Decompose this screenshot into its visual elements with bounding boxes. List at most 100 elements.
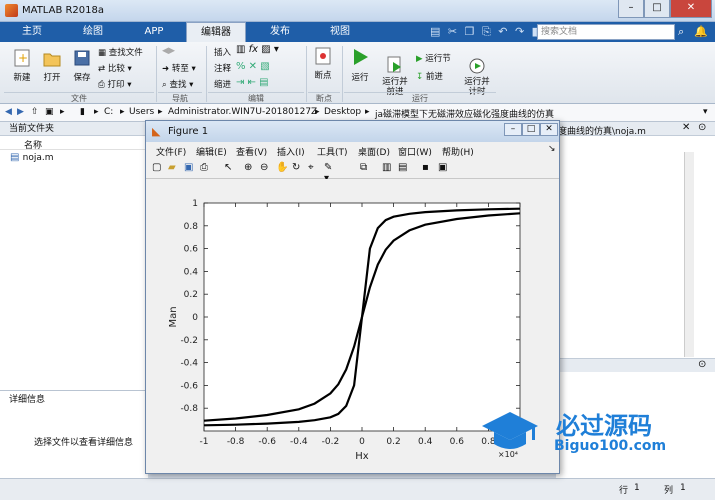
brush-icon[interactable]: ✎ ▾	[324, 162, 338, 184]
indent-button[interactable]: 缩进	[214, 78, 231, 90]
command-window-menu-icon[interactable]: ⊙	[698, 359, 706, 370]
drive-icon: ▮	[80, 107, 85, 117]
y-tick-label: -0.8	[180, 404, 198, 414]
editor-close-icon[interactable]: ✕	[682, 122, 690, 133]
menu-edit[interactable]: 编辑(E)	[196, 145, 227, 158]
indent-tool-icons[interactable]: ⇥ ⇤ ▤	[236, 77, 269, 88]
edit-group-label: 编辑	[208, 92, 304, 103]
pan-icon[interactable]: ✋	[276, 162, 290, 176]
run-group-label: 运行	[344, 92, 496, 103]
find-button[interactable]: ⌕ 查找 ▾	[162, 78, 193, 90]
forward-arrow-icon[interactable]: ▶	[17, 107, 24, 117]
up-folder-icon[interactable]: ⇧	[31, 107, 39, 117]
file-list-header: 名称	[0, 136, 148, 151]
figure-minimize-button[interactable]: –	[504, 123, 522, 136]
path-segment-desktop[interactable]: Desktop	[324, 107, 361, 117]
tab-publish[interactable]: 发布	[252, 22, 308, 42]
find-files-button[interactable]: ▦ 查找文件	[98, 46, 143, 58]
figure-title-bar[interactable]: ◣ Figure 1 – □ ✕	[146, 121, 559, 142]
legend-icon[interactable]: ▤	[398, 162, 412, 176]
colorbar-icon[interactable]: ▥	[382, 162, 396, 176]
pointer-icon[interactable]: ↖	[224, 162, 238, 176]
editor-menu-icon[interactable]: ⊙	[698, 122, 706, 133]
col-value: 1	[680, 483, 686, 493]
current-folder-panel: 当前文件夹 名称 ▤ noja.m	[0, 122, 148, 390]
maximize-button[interactable]: □	[644, 0, 670, 18]
new-button[interactable]: + 新建	[8, 48, 36, 83]
menu-file[interactable]: 文件(F)	[156, 145, 186, 158]
find-icon: ⌕	[162, 80, 167, 90]
status-bar: 行 1 列 1	[0, 478, 715, 500]
path-segment-drive[interactable]: C:	[104, 107, 113, 117]
editor-tab[interactable]: 度曲线的仿真\noja.m ✕ ⊙	[556, 122, 715, 137]
run-section-button[interactable]: ▶ 运行节	[416, 52, 451, 64]
figure-toolbar: ▢ ▰ ▣ ⎙ ↖ ⊕ ⊖ ✋ ↻ ⌖ ✎ ▾ ⧉ ▥ ▤ ▪ ▣	[146, 159, 559, 184]
menu-tools[interactable]: 工具(T)	[317, 145, 348, 158]
x-tick-label: -0.2	[322, 437, 340, 447]
save-button[interactable]: 保存	[68, 48, 96, 83]
list-item[interactable]: ▤ noja.m	[10, 152, 54, 163]
title-bar: MATLAB R2018a – □ ✕	[0, 0, 715, 22]
menu-insert[interactable]: 插入(I)	[277, 145, 305, 158]
save-figure-icon[interactable]: ▣	[184, 162, 198, 176]
menu-window[interactable]: 窗口(W)	[398, 145, 432, 158]
link-plot-icon[interactable]: ⧉	[360, 162, 374, 176]
open-file-icon[interactable]: ▰	[168, 162, 182, 176]
address-dropdown-icon[interactable]: ▾	[703, 107, 708, 117]
insert-button[interactable]: 插入	[214, 46, 231, 58]
y-tick-label: -0.4	[180, 359, 198, 369]
comment-tool-icons[interactable]: % ✕ ▧	[236, 61, 270, 72]
goto-button[interactable]: ➜ 转至 ▾	[162, 62, 196, 74]
tab-plots[interactable]: 绘图	[66, 22, 120, 42]
path-segment-user[interactable]: Administrator.WIN7U-20180127Z	[168, 107, 317, 117]
y-axis-label: Man	[168, 306, 179, 327]
search-icon[interactable]: ⌕	[678, 25, 684, 39]
advance-icon: ↧	[416, 72, 424, 82]
zoom-in-icon[interactable]: ⊕	[244, 162, 258, 176]
path-segment-project[interactable]: ja磁滞模型下无磁滞效应磁化强度曲线的仿真	[375, 107, 554, 120]
breakpoints-button[interactable]: 断点	[310, 46, 336, 81]
tab-view[interactable]: 视图	[312, 22, 368, 42]
new-figure-icon[interactable]: ▢	[152, 162, 166, 176]
open-button[interactable]: 打开	[38, 48, 66, 83]
path-segment-users[interactable]: Users	[129, 107, 154, 117]
edit-tool-icons[interactable]: ▥ fx ▨ ▾	[236, 44, 279, 55]
tab-editor[interactable]: 编辑器	[186, 22, 246, 42]
compare-button[interactable]: ⇄ 比较 ▾	[98, 62, 132, 74]
back-arrow-icon[interactable]: ◀	[5, 107, 12, 117]
m-file-icon: ▤	[10, 152, 20, 163]
y-tick-label: 0.6	[184, 245, 199, 255]
tab-apps[interactable]: APP	[126, 22, 182, 42]
run-icon	[354, 49, 368, 65]
figure-maximize-button[interactable]: □	[522, 123, 540, 136]
find-files-icon: ▦	[98, 48, 107, 58]
name-column-header[interactable]: 名称	[24, 138, 42, 151]
minimize-button[interactable]: –	[618, 0, 644, 18]
figure-close-button[interactable]: ✕	[540, 123, 558, 136]
menu-dock-icon[interactable]: ↘	[548, 144, 556, 154]
menu-desktop[interactable]: 桌面(D)	[358, 145, 390, 158]
search-input[interactable]: 搜索文档	[537, 24, 675, 40]
run-button[interactable]: 运行	[346, 46, 374, 83]
y-tick-label: 0	[192, 313, 198, 323]
show-plot-tools-icon[interactable]: ▣	[438, 162, 452, 176]
zoom-out-icon[interactable]: ⊖	[260, 162, 274, 176]
advance-button[interactable]: ↧ 前进	[416, 70, 443, 82]
breakpoints-group-label: 断点	[308, 92, 340, 103]
print-figure-icon[interactable]: ⎙	[200, 162, 214, 176]
tab-home[interactable]: 主页	[10, 22, 54, 42]
folder-icon: ▸	[60, 107, 65, 117]
menu-help[interactable]: 帮助(H)	[442, 145, 474, 158]
hide-plot-tools-icon[interactable]: ▪	[422, 162, 436, 176]
back-forward-icon: ◀▶	[162, 46, 176, 56]
browse-folder-icon[interactable]: ▣	[45, 107, 54, 117]
data-cursor-icon[interactable]: ⌖	[308, 162, 322, 176]
print-button[interactable]: ⎙ 打印 ▾	[98, 78, 132, 90]
rotate-icon[interactable]: ↻	[292, 162, 306, 176]
notification-icon[interactable]: 🔔	[694, 25, 708, 38]
menu-view[interactable]: 查看(V)	[236, 145, 267, 158]
editor-scrollbar[interactable]	[684, 152, 694, 357]
figure-app-icon: ◣	[152, 125, 161, 138]
close-button[interactable]: ✕	[670, 0, 712, 18]
comment-button[interactable]: 注释	[214, 62, 231, 74]
